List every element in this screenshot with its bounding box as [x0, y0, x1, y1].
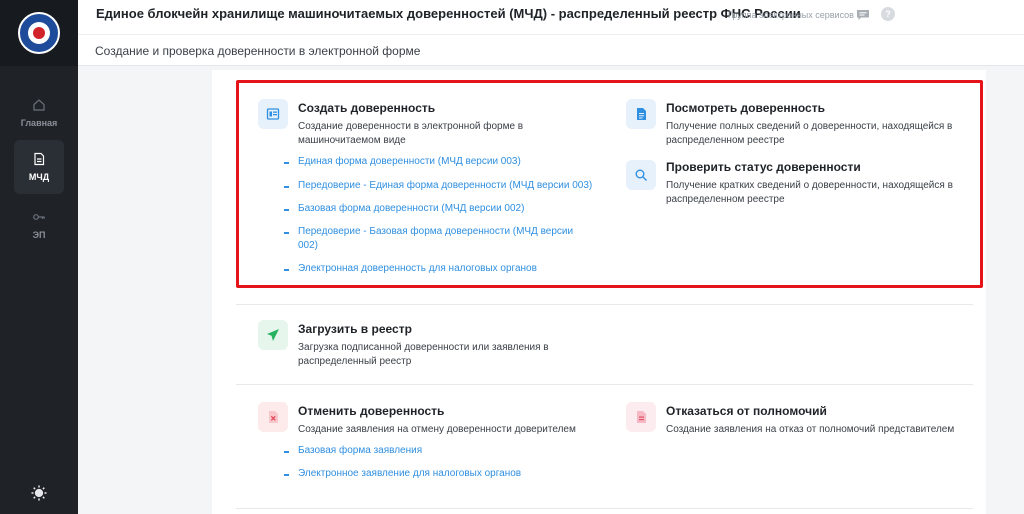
send-icon	[258, 320, 288, 350]
link-basic-application-form[interactable]: Базовая форма заявления	[298, 444, 598, 458]
view-proxy-description: Получение полных сведений о доверенности…	[666, 121, 953, 146]
check-status-title[interactable]: Проверить статус доверенности	[666, 160, 861, 174]
upload-title[interactable]: Загрузить в реестр	[298, 322, 412, 336]
divider	[236, 508, 973, 509]
list-bullet	[284, 269, 289, 271]
sidebar-item-label: МЧД	[28, 172, 50, 182]
cancel-proxy-title[interactable]: Отменить доверенность	[298, 404, 444, 418]
sidebar: Главная МЧД ЭП	[0, 0, 78, 514]
cancel-document-icon	[258, 402, 288, 432]
home-icon	[32, 98, 46, 112]
refuse-document-icon	[626, 402, 656, 432]
create-proxy-description: Создание доверенности в электронной форм…	[298, 121, 524, 146]
search-icon	[626, 160, 656, 190]
sidebar-item-mchd[interactable]: МЧД	[14, 140, 64, 194]
list-bullet	[284, 162, 289, 164]
view-document-icon	[626, 99, 656, 129]
view-proxy-title[interactable]: Посмотреть доверенность	[666, 101, 825, 115]
header: Единое блокчейн хранилище машиночитаемых…	[78, 0, 1024, 34]
list-bullet	[284, 474, 289, 476]
sidebar-item-label: ЭП	[32, 230, 46, 240]
help-icon[interactable]: ?	[881, 7, 895, 21]
link-tax-authority-application[interactable]: Электронное заявление для налоговых орга…	[298, 467, 598, 481]
list-bullet	[284, 451, 289, 453]
create-proxy-title[interactable]: Создать доверенность	[298, 101, 435, 115]
fns-logo[interactable]	[0, 0, 78, 66]
refuse-powers-description: Создание заявления на отказ от полномочи…	[666, 424, 955, 435]
sidebar-item-label: Главная	[20, 118, 58, 128]
refuse-powers-title[interactable]: Отказаться от полномочий	[666, 404, 827, 418]
sun-icon[interactable]	[30, 484, 48, 502]
page-title: Создание и проверка доверенности в элект…	[95, 44, 421, 58]
chat-icon[interactable]	[856, 8, 870, 20]
link-redelegation-unified-003[interactable]: Передоверие - Единая форма доверенности …	[298, 179, 618, 193]
list-bullet	[284, 186, 289, 188]
link-unified-form-003[interactable]: Единая форма доверенности (МЧД версии 00…	[298, 155, 598, 169]
cancel-proxy-description: Создание заявления на отмену доверенност…	[298, 424, 576, 435]
link-redelegation-basic-002[interactable]: Передоверие - Базовая форма доверенности…	[298, 225, 588, 253]
list-bullet	[284, 209, 289, 211]
emblem-icon	[18, 12, 60, 54]
sidebar-item-ep[interactable]: ЭП	[14, 198, 64, 252]
upload-description: Загрузка подписанной доверенности или за…	[298, 342, 549, 367]
services-group-link[interactable]: Группа электронных сервисов	[728, 10, 854, 20]
page-header: Создание и проверка доверенности в элект…	[78, 34, 1024, 66]
key-icon	[32, 210, 46, 224]
check-status-description: Получение кратких сведений о доверенност…	[666, 180, 953, 205]
divider	[236, 304, 973, 305]
list-bullet	[284, 232, 289, 234]
create-document-icon	[258, 99, 288, 129]
sidebar-item-home[interactable]: Главная	[14, 86, 64, 140]
app-title: Единое блокчейн хранилище машиночитаемых…	[96, 6, 801, 21]
link-basic-form-002[interactable]: Базовая форма доверенности (МЧД версии 0…	[298, 202, 598, 216]
document-icon	[32, 152, 46, 166]
divider	[236, 384, 973, 385]
link-tax-authority-proxy[interactable]: Электронная доверенность для налоговых о…	[298, 262, 598, 276]
